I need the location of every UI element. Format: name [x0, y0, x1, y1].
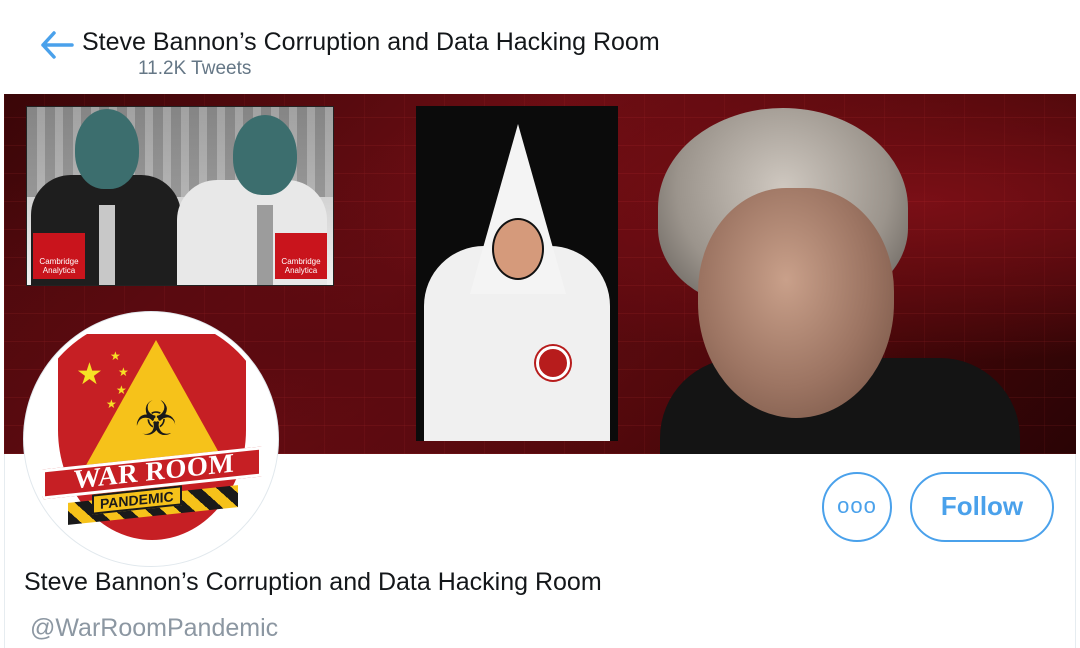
- star-small-icon: ★: [110, 349, 121, 363]
- profile-avatar[interactable]: ☣ ★ ★ ★ ★ ★ WAR ROOM PANDEMIC: [24, 312, 278, 566]
- photo-face-center: [492, 218, 544, 280]
- robe-emblem-icon: [536, 346, 570, 380]
- profile-handle: @WarRoomPandemic: [30, 614, 279, 642]
- photo-tie-left: [99, 205, 115, 285]
- header-title: Steve Bannon’s Corruption and Data Hacki…: [82, 28, 660, 56]
- profile-header: Steve Bannon’s Corruption and Data Hacki…: [0, 0, 1080, 94]
- arrow-left-icon: [41, 31, 74, 59]
- follow-button[interactable]: Follow: [910, 472, 1054, 542]
- star-icon: ★: [76, 358, 103, 391]
- cambridge-analytica-badge-left: Cambridge Analytica: [33, 233, 85, 279]
- photo-tie-right: [257, 205, 273, 285]
- star-small-icon: ★: [106, 397, 117, 411]
- photo-face-right: [233, 115, 297, 195]
- photo-face-left: [75, 109, 139, 189]
- star-small-icon: ★: [116, 383, 127, 397]
- banner-portrait: [640, 108, 1020, 454]
- banner-photo-two-men: Cambridge Analytica Cambridge Analytica: [26, 106, 334, 286]
- back-button[interactable]: [40, 30, 74, 60]
- banner-photo-robed-figure: [416, 106, 618, 441]
- more-options-button[interactable]: ooo: [822, 472, 892, 542]
- portrait-face: [698, 188, 894, 418]
- biohazard-icon: ☣: [134, 393, 178, 446]
- cambridge-analytica-badge-right: Cambridge Analytica: [275, 233, 327, 279]
- more-options-icon: ooo: [837, 493, 877, 518]
- star-small-icon: ★: [118, 365, 129, 379]
- profile-display-name: Steve Bannon’s Corruption and Data Hacki…: [24, 568, 602, 596]
- tweet-count: 11.2K Tweets: [138, 58, 252, 79]
